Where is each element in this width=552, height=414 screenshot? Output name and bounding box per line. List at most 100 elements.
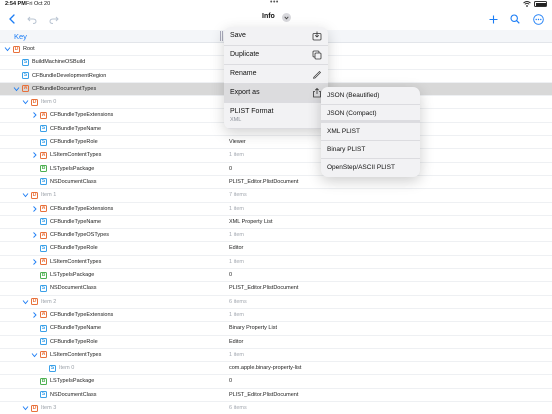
menu-item-duplicate[interactable]: Duplicate	[224, 46, 328, 65]
tree-row[interactable]: B LSTypeIsPackage 0	[0, 163, 552, 176]
tree-row[interactable]: S NSDocumentClass PLIST_Editor.PlistDocume…	[0, 282, 552, 296]
row-key: Item 0	[41, 99, 57, 106]
key-column-header[interactable]: Key	[14, 32, 27, 41]
chevron-right-icon[interactable]	[31, 111, 38, 119]
chevron-down-icon[interactable]	[22, 191, 29, 199]
tree-row[interactable]: A LSItemContentTypes 1 item	[0, 256, 552, 270]
more-button[interactable]	[529, 10, 547, 28]
type-badge-icon: S	[40, 125, 47, 133]
tree-row[interactable]: A CFBundleTypeExtensions 1 item	[0, 203, 552, 216]
export-json-compact[interactable]: JSON (Compact)	[321, 105, 420, 123]
type-badge-icon: B	[40, 271, 47, 279]
tree-row[interactable]: A LSItemContentTypes 1 item	[0, 149, 552, 163]
row-value: 1 item	[229, 152, 244, 159]
chevron-right-icon[interactable]	[31, 205, 38, 213]
row-value: PLIST_Editor.PlistDocument	[229, 178, 299, 185]
column-resize-handle[interactable]	[220, 31, 223, 41]
type-badge-icon: B	[40, 377, 47, 385]
tree-row[interactable]: S CFBundleTypeRole Editor	[0, 336, 552, 349]
type-badge-icon: D	[31, 404, 38, 412]
row-key: Item 3	[41, 405, 57, 412]
menu-item-export-as[interactable]: Export as	[224, 84, 328, 103]
export-binary-plist[interactable]: Binary PLIST	[321, 141, 420, 159]
type-badge-icon: A	[40, 111, 47, 119]
row-key: NSDocumentClass	[50, 391, 97, 398]
chevron-right-icon[interactable]	[31, 231, 38, 239]
tree-row[interactable]: S CFBundleTypeName Binary Property List	[0, 322, 552, 336]
menu-item-plist-format[interactable]: PLIST Format XML	[224, 103, 328, 129]
row-key: CFBundleTypeOSTypes	[50, 232, 110, 239]
chevron-down-icon[interactable]	[4, 45, 11, 53]
back-button[interactable]	[3, 10, 21, 28]
chevron-right-icon[interactable]	[31, 311, 38, 319]
tree-row[interactable]: D Item 3 6 items	[0, 402, 552, 414]
battery-icon	[534, 1, 547, 7]
type-badge-icon: A	[40, 205, 47, 213]
submenu-item-label: JSON (Beautified)	[327, 92, 380, 99]
row-value: Viewer	[229, 139, 246, 146]
row-key: LSTypeIsPackage	[50, 272, 95, 279]
menu-item-save[interactable]: Save	[224, 27, 328, 46]
multitasking-dots[interactable]: •••	[270, 0, 279, 6]
tree-row[interactable]: S CFBundleTypeName XML Property List	[0, 216, 552, 230]
tree-row[interactable]: B LSTypeIsPackage 0	[0, 375, 552, 389]
tree-row[interactable]: B LSTypeIsPackage 0	[0, 269, 552, 283]
type-badge-icon: S	[40, 391, 47, 399]
tree-row[interactable]: D Item 1 7 items	[0, 189, 552, 203]
title-menu-button[interactable]	[282, 13, 291, 22]
row-value: 0	[229, 272, 233, 279]
document-title[interactable]: Info	[262, 13, 275, 20]
row-key: LSItemContentTypes	[50, 351, 102, 358]
row-key: CFBundleDevelopmentRegion	[32, 72, 107, 79]
redo-button[interactable]	[45, 10, 63, 28]
chevron-down-icon[interactable]	[31, 351, 38, 359]
row-key: CFBundleTypeRole	[50, 338, 98, 345]
add-button[interactable]	[484, 10, 502, 28]
tree-row[interactable]: S CFBundleTypeRole Editor	[0, 242, 552, 256]
tree-row[interactable]: A CFBundleTypeOSTypes 1 item	[0, 229, 552, 243]
plus-icon	[489, 15, 497, 23]
tree-row[interactable]: A CFBundleTypeExtensions 1 item	[0, 309, 552, 323]
row-value: 1 item	[229, 205, 244, 212]
row-value: 1 item	[229, 258, 244, 265]
type-badge-icon: B	[40, 165, 47, 173]
export-openstep-plist[interactable]: OpenStep/ASCII PLIST	[321, 159, 420, 177]
type-badge-icon: D	[13, 45, 20, 53]
type-badge-icon: D	[31, 298, 38, 306]
export-json-beautified[interactable]: JSON (Beautified)	[321, 87, 420, 105]
export-xml-plist[interactable]: XML PLIST	[321, 123, 420, 141]
undo-button[interactable]	[23, 10, 41, 28]
chevron-right-icon[interactable]	[31, 258, 38, 266]
chevron-down-icon[interactable]	[22, 298, 29, 306]
row-key: CFBundleDocumentTypes	[32, 85, 97, 92]
row-key: Item 2	[41, 298, 57, 305]
row-key: BuildMachineOSBuild	[32, 59, 86, 66]
tree-row[interactable]: S NSDocumentClass PLIST_Editor.PlistDocume…	[0, 176, 552, 190]
menu-item-label: Rename	[230, 70, 257, 77]
save-icon	[312, 31, 322, 41]
menu-item-label: PLIST Format	[230, 108, 274, 115]
tree-row[interactable]: S CFBundleTypeRole Viewer	[0, 136, 552, 150]
type-badge-icon: D	[31, 191, 38, 199]
undo-icon	[27, 16, 37, 24]
tree-row[interactable]: S Item 0 com.apple.binary-property-list	[0, 362, 552, 376]
type-badge-icon: A	[40, 258, 47, 266]
type-badge-icon: S	[40, 244, 47, 252]
chevron-right-icon[interactable]	[31, 151, 38, 159]
tree-row[interactable]: S NSDocumentClass PLIST_Editor.PlistDocume…	[0, 389, 552, 403]
menu-item-label: Export as	[230, 89, 260, 96]
type-badge-icon: A	[40, 351, 47, 359]
tree-row[interactable]: D Item 2 6 items	[0, 296, 552, 309]
menu-item-rename[interactable]: Rename	[224, 65, 328, 84]
row-key: CFBundleTypeName	[50, 325, 102, 332]
submenu-item-label: Binary PLIST	[327, 146, 366, 153]
chevron-down-icon[interactable]	[13, 85, 20, 93]
search-button[interactable]	[506, 10, 524, 28]
row-key: LSTypeIsPackage	[50, 378, 95, 385]
duplicate-icon	[312, 50, 322, 60]
chevron-down-icon[interactable]	[22, 404, 29, 412]
chevron-down-icon[interactable]	[22, 98, 29, 106]
row-key: Item 0	[59, 365, 75, 372]
tree-row[interactable]: A LSItemContentTypes 1 item	[0, 349, 552, 363]
row-value: Editor	[229, 245, 244, 252]
